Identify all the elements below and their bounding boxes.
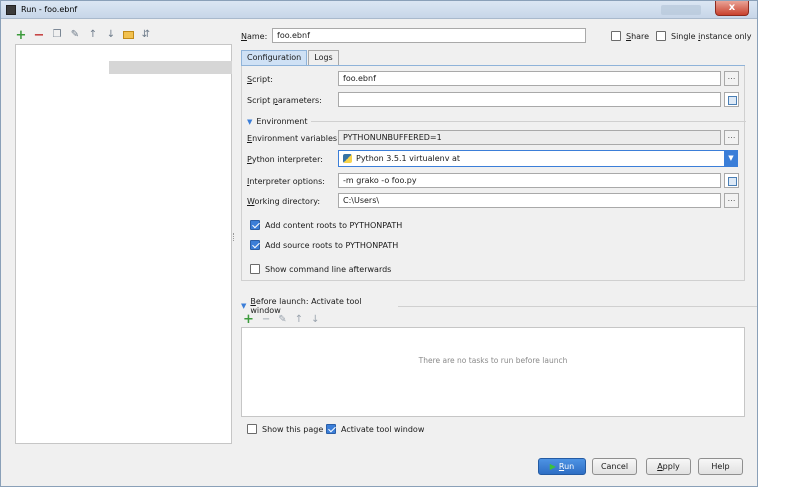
splitter-handle[interactable] xyxy=(233,233,235,241)
script-label: Script: xyxy=(247,75,273,84)
configurations-tree[interactable] xyxy=(15,44,232,444)
remove-configuration-icon[interactable]: − xyxy=(33,29,45,42)
add-content-roots-checkbox[interactable]: Add content roots to PYTHONPATH xyxy=(250,220,402,230)
python-interpreter-label: Python interpreter: xyxy=(247,155,323,164)
move-up-icon[interactable]: ↑ xyxy=(87,29,99,41)
close-window-button[interactable]: x xyxy=(715,1,749,16)
before-launch-tasks-list[interactable]: There are no tasks to run before launch xyxy=(241,327,745,417)
script-parameters-input[interactable] xyxy=(338,92,721,107)
single-instance-label: Single instance only xyxy=(671,31,752,41)
tab-logs[interactable]: Logs xyxy=(308,50,339,65)
share-checkbox[interactable]: Share xyxy=(611,31,649,41)
browse-script-button[interactable]: … xyxy=(724,71,739,86)
copy-configuration-icon[interactable]: ❐ xyxy=(51,29,63,41)
python-interpreter-select[interactable]: Python 3.5.1 virtualenv at xyxy=(338,150,725,167)
add-content-roots-label: Add content roots to PYTHONPATH xyxy=(265,220,403,230)
title-bar[interactable]: Run - foo.ebnf x xyxy=(1,1,757,19)
script-input[interactable]: foo.ebnf xyxy=(338,71,721,86)
configurations-toolbar: + − ❐ ✎ ↑ ↓ ⇵ xyxy=(15,28,152,42)
script-parameters-label: Script parameters: xyxy=(247,96,322,105)
cancel-button[interactable]: Cancel xyxy=(592,458,637,475)
move-task-down-icon[interactable]: ↓ xyxy=(311,314,319,325)
working-directory-input[interactable]: C:\Users\ xyxy=(338,193,721,208)
help-button[interactable]: Help xyxy=(698,458,743,475)
add-task-icon[interactable]: + xyxy=(243,312,254,327)
edit-defaults-icon[interactable]: ✎ xyxy=(69,29,81,41)
window-title: Run - foo.ebnf xyxy=(21,5,78,14)
name-input[interactable]: foo.ebnf xyxy=(272,28,586,43)
show-this-page-checkbox[interactable]: Show this page xyxy=(247,424,323,434)
empty-tasks-message: There are no tasks to run before launch xyxy=(418,356,568,365)
add-source-roots-box[interactable] xyxy=(250,240,260,250)
share-checkbox-box[interactable] xyxy=(611,31,621,41)
config-tabs: Configuration Logs xyxy=(241,50,340,65)
chevron-down-icon[interactable]: ▼ xyxy=(724,150,738,167)
working-directory-label: Working directory: xyxy=(247,197,321,206)
interpreter-options-label: Interpreter options: xyxy=(247,177,325,186)
show-command-line-checkbox[interactable]: Show command line afterwards xyxy=(250,264,391,274)
run-configuration-dialog: Run - foo.ebnf x + − ❐ ✎ ↑ ↓ ⇵ Name: foo… xyxy=(0,0,758,487)
run-play-icon: ▶ xyxy=(549,462,556,471)
remove-task-icon[interactable]: − xyxy=(262,314,270,325)
expand-options-icon[interactable] xyxy=(724,173,739,188)
env-vars-input[interactable]: PYTHONUNBUFFERED=1 xyxy=(338,130,721,145)
app-icon xyxy=(6,5,16,15)
single-instance-checkbox[interactable]: Single instance only xyxy=(656,31,752,41)
activate-tool-window-label: Activate tool window xyxy=(341,424,425,434)
add-source-roots-label: Add source roots to PYTHONPATH xyxy=(265,240,399,250)
section-divider xyxy=(311,121,747,122)
show-command-line-label: Show command line afterwards xyxy=(265,264,392,274)
add-configuration-icon[interactable]: + xyxy=(15,29,27,42)
python-interpreter-value: Python 3.5.1 virtualenv at xyxy=(356,154,461,163)
single-instance-checkbox-box[interactable] xyxy=(656,31,666,41)
env-vars-label: Environment variables: xyxy=(247,134,340,143)
interpreter-options-input[interactable]: -m grako -o foo.py xyxy=(338,173,721,188)
add-content-roots-box[interactable] xyxy=(250,220,260,230)
move-down-icon[interactable]: ↓ xyxy=(105,29,117,41)
folder-icon[interactable] xyxy=(123,31,134,39)
sort-icon[interactable]: ⇵ xyxy=(140,29,152,41)
collapse-triangle-icon[interactable]: ▼ xyxy=(241,302,246,310)
before-launch-toolbar: + − ✎ ↑ ↓ xyxy=(243,312,319,327)
title-bar-blurred-area xyxy=(661,5,701,15)
show-this-page-box[interactable] xyxy=(247,424,257,434)
collapse-triangle-icon[interactable]: ▼ xyxy=(247,118,252,126)
activate-tool-window-box[interactable] xyxy=(326,424,336,434)
tab-configuration[interactable]: Configuration xyxy=(241,50,308,65)
name-label: Name: xyxy=(241,32,268,41)
environment-section[interactable]: ▼ Environment xyxy=(247,117,747,126)
edit-task-icon[interactable]: ✎ xyxy=(278,314,286,325)
expand-parameters-icon[interactable] xyxy=(724,92,739,107)
browse-directory-button[interactable]: … xyxy=(724,193,739,208)
share-label: Share xyxy=(626,31,650,41)
section-divider xyxy=(398,305,757,307)
selected-configuration-row[interactable] xyxy=(109,61,232,74)
add-source-roots-checkbox[interactable]: Add source roots to PYTHONPATH xyxy=(250,240,398,250)
environment-section-label: Environment xyxy=(256,117,308,126)
apply-button[interactable]: Apply xyxy=(646,458,691,475)
show-this-page-label: Show this page xyxy=(262,424,324,434)
python-icon xyxy=(343,154,352,163)
run-button[interactable]: ▶ Run xyxy=(538,458,586,475)
move-task-up-icon[interactable]: ↑ xyxy=(295,314,303,325)
activate-tool-window-checkbox[interactable]: Activate tool window xyxy=(326,424,424,434)
edit-env-vars-button[interactable]: … xyxy=(724,130,739,145)
show-command-line-box[interactable] xyxy=(250,264,260,274)
